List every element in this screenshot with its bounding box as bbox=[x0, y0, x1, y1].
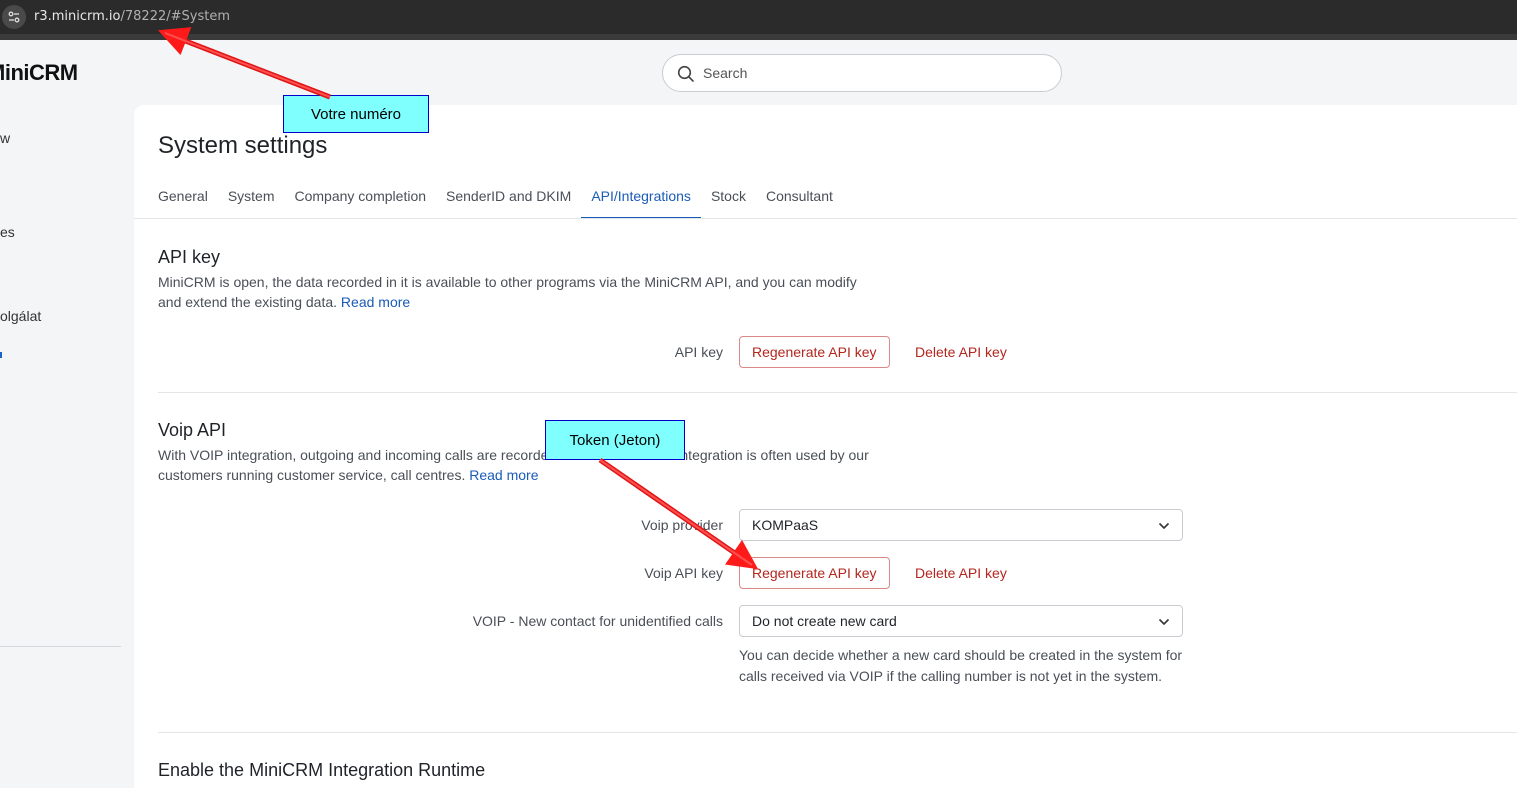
api-key-description: MiniCRM is open, the data recorded in it… bbox=[158, 272, 878, 312]
url-text[interactable]: r3.minicrm.io/78222/#System bbox=[34, 9, 230, 24]
voip-provider-value: KOMPaaS bbox=[752, 517, 819, 533]
tabs-underline bbox=[134, 218, 1517, 219]
sidebar-item-1[interactable]: w bbox=[0, 130, 10, 146]
tab-system[interactable]: System bbox=[218, 187, 285, 219]
site-info-icon[interactable] bbox=[2, 5, 26, 29]
sidebar-marker bbox=[0, 352, 2, 358]
tab-general[interactable]: General bbox=[158, 187, 218, 219]
delete-voip-api-key-button[interactable]: Delete API key bbox=[915, 557, 1007, 589]
tab-senderid-dkim[interactable]: SenderID and DKIM bbox=[436, 187, 581, 219]
url-path: /78222/#System bbox=[120, 9, 230, 24]
api-key-title: API key bbox=[158, 247, 221, 267]
page-title: System settings bbox=[158, 132, 328, 159]
voip-new-contact-select[interactable]: Do not create new card bbox=[739, 605, 1183, 637]
tab-stock[interactable]: Stock bbox=[701, 187, 756, 219]
integration-runtime-title: Enable the MiniCRM Integration Runtime bbox=[158, 760, 486, 780]
api-key-desc-text: MiniCRM is open, the data recorded in it… bbox=[158, 274, 857, 310]
voip-provider-select[interactable]: KOMPaaS bbox=[739, 509, 1183, 541]
browser-address-bar: r3.minicrm.io/78222/#System bbox=[0, 0, 1517, 34]
global-search[interactable] bbox=[662, 54, 1062, 92]
url-host: r3.minicrm.io bbox=[34, 9, 121, 24]
tab-company-completion[interactable]: Company completion bbox=[285, 187, 437, 219]
api-key-label: API key bbox=[674, 344, 723, 360]
voip-new-contact-value: Do not create new card bbox=[752, 613, 897, 629]
sidebar-item-3[interactable]: olgálat bbox=[0, 308, 41, 324]
annotation-callout-token: Token (Jeton) bbox=[545, 420, 685, 460]
regenerate-api-key-button[interactable]: Regenerate API key bbox=[739, 336, 890, 368]
voip-new-contact-help: You can decide whether a new card should… bbox=[739, 647, 1183, 684]
voip-new-contact-label: VOIP - New contact for unidentified call… bbox=[472, 613, 723, 629]
search-icon bbox=[677, 65, 694, 82]
voip-api-key-label: Voip API key bbox=[644, 565, 723, 581]
regenerate-voip-api-key-button[interactable]: Regenerate API key bbox=[739, 557, 890, 589]
voip-description: With VOIP integration, outgoing and inco… bbox=[158, 445, 878, 485]
api-key-read-more-link[interactable]: Read more bbox=[341, 294, 410, 310]
tab-consultant[interactable]: Consultant bbox=[756, 187, 843, 219]
delete-api-key-button[interactable]: Delete API key bbox=[915, 336, 1007, 368]
chevron-down-icon bbox=[1158, 618, 1170, 626]
app-logo[interactable]: MiniCRM bbox=[0, 60, 78, 86]
section-divider bbox=[158, 392, 1517, 393]
section-divider bbox=[158, 732, 1517, 733]
sidebar-divider bbox=[0, 646, 121, 647]
settings-card: System settings General System Company c… bbox=[134, 105, 1517, 788]
tab-api-integrations[interactable]: API/Integrations bbox=[581, 187, 701, 219]
browser-strip bbox=[0, 34, 1517, 40]
settings-tabs: General System Company completion Sender… bbox=[158, 187, 843, 219]
annotation-callout-number: Votre numéro bbox=[283, 95, 429, 133]
chevron-down-icon bbox=[1158, 522, 1170, 530]
search-input[interactable] bbox=[703, 63, 1043, 83]
sidebar-item-2[interactable]: es bbox=[0, 224, 15, 240]
voip-api-title: Voip API bbox=[158, 420, 227, 440]
voip-provider-label: Voip provider bbox=[641, 517, 723, 533]
app-logo-text: MiniCRM bbox=[0, 60, 78, 85]
annotation-arrow-number bbox=[158, 27, 331, 100]
voip-read-more-link[interactable]: Read more bbox=[469, 467, 538, 483]
